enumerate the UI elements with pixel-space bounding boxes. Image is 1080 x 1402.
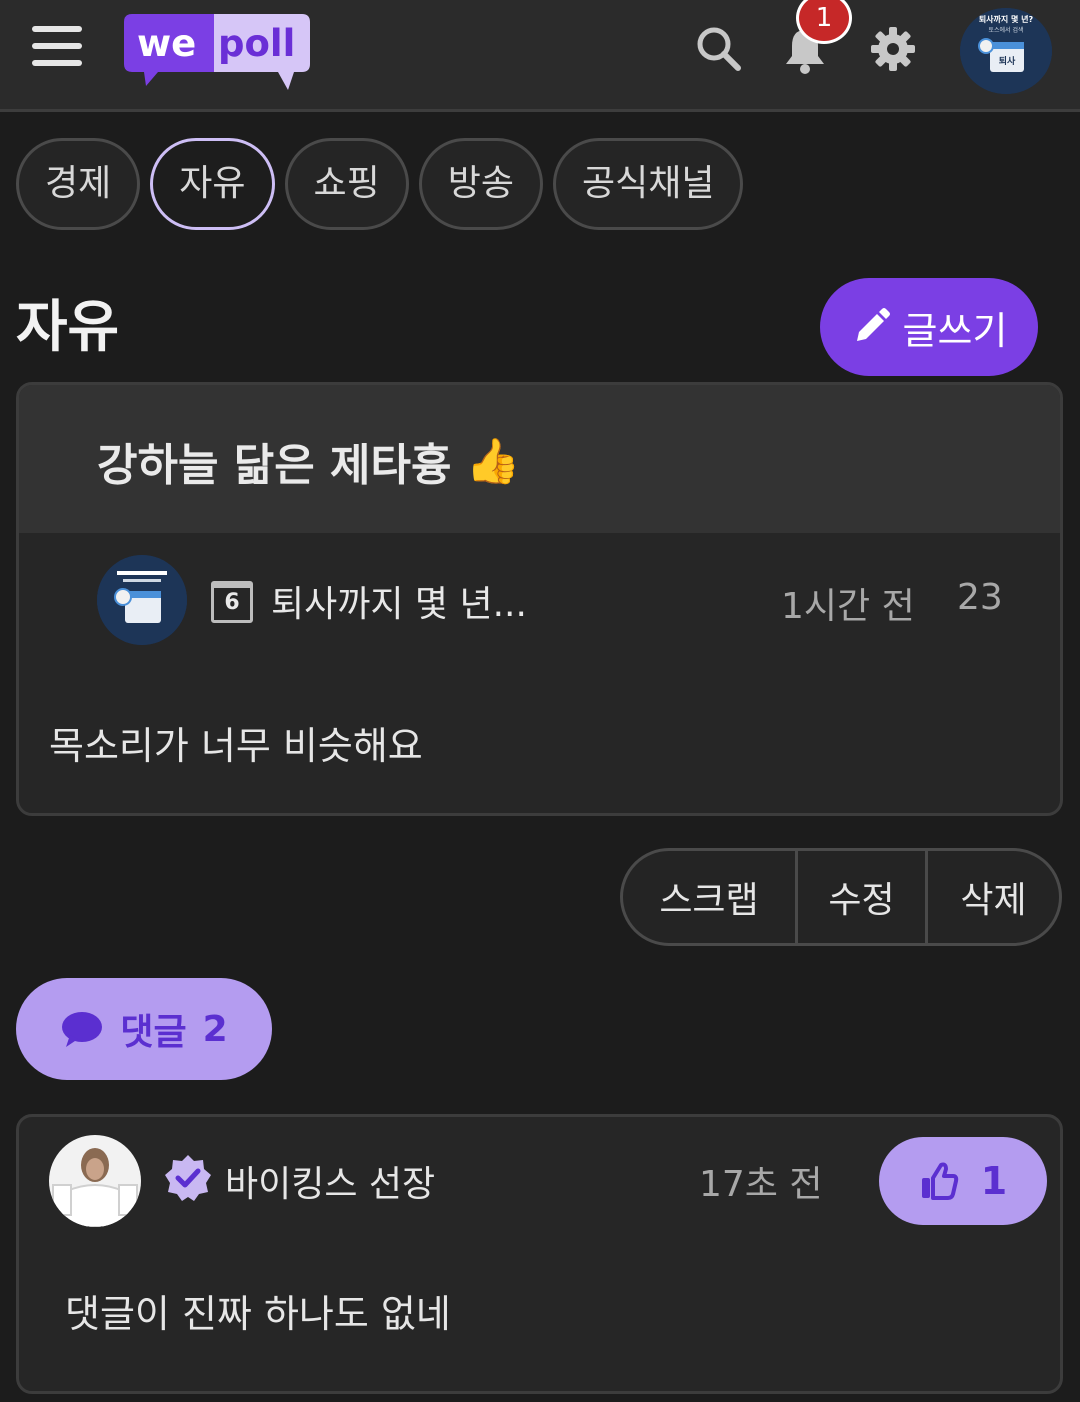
avatar-text-cal: 퇴사 <box>999 55 1016 67</box>
tab-official-channel[interactable]: 공식채널 <box>553 138 744 230</box>
avatar-text-top: 퇴사까지 몇 년? <box>979 14 1034 24</box>
comments-label: 댓글 <box>120 1012 187 1053</box>
category-tabs: 경제 자유 쇼핑 방송 공식채널 <box>16 138 744 230</box>
write-post-label: 글쓰기 <box>902 308 1008 353</box>
avatar-text-mid: 토스에서 검색 <box>988 26 1023 34</box>
notification-count-badge: 1 <box>796 0 852 44</box>
delete-button[interactable]: 삭제 <box>925 851 1059 943</box>
comments-toggle-button[interactable]: 댓글 2 <box>16 978 272 1080</box>
verified-badge-icon <box>163 1153 213 1203</box>
tab-economy[interactable]: 경제 <box>16 138 141 230</box>
scrap-button[interactable]: 스크랩 <box>623 851 795 943</box>
commenter-name[interactable]: 바이킹스 선장 <box>225 1155 435 1207</box>
user-avatar[interactable]: 퇴사까지 몇 년? 토스에서 검색 퇴사 <box>960 8 1052 94</box>
thumbs-up-emoji-icon: 👍 <box>465 436 521 487</box>
post-body: 목소리가 너무 비슷해요 <box>49 724 423 768</box>
post-author-avatar[interactable] <box>97 555 187 645</box>
post-view-count: 23 <box>957 577 1003 618</box>
comment-time: 17초 전 <box>699 1164 823 1205</box>
gear-icon[interactable] <box>868 24 918 74</box>
comments-count: 2 <box>202 1008 228 1050</box>
page-title: 자유 <box>16 295 120 360</box>
svg-text:we: we <box>137 22 196 65</box>
comment-card: 바이킹스 선장 17초 전 1 댓글이 진짜 하나도 없네 <box>16 1114 1063 1394</box>
search-icon[interactable] <box>694 24 744 74</box>
svg-text:poll: poll <box>218 22 295 65</box>
commenter-avatar[interactable] <box>49 1135 141 1227</box>
wepoll-logo[interactable]: we poll <box>122 10 312 96</box>
author-level-badge: 6 <box>211 581 253 623</box>
tab-free[interactable]: 자유 <box>150 138 275 230</box>
post-action-group: 스크랩 수정 삭제 <box>620 848 1062 946</box>
edit-button[interactable]: 수정 <box>795 851 925 943</box>
tab-broadcast[interactable]: 방송 <box>418 138 543 230</box>
thumbs-up-icon <box>921 1162 958 1200</box>
post-time: 1시간 전 <box>781 586 915 627</box>
post-meta: 6 퇴사까지 몇 년... 1시간 전 23 <box>97 555 1037 647</box>
hamburger-menu-icon[interactable] <box>32 26 82 68</box>
comment-body: 댓글이 진짜 하나도 없네 <box>65 1292 451 1336</box>
post-author-name[interactable]: 퇴사까지 몇 년... <box>271 575 527 627</box>
post-title: 강하늘 닮은 제타흉 👍 <box>97 429 520 493</box>
write-post-button[interactable]: 글쓰기 <box>820 278 1038 376</box>
like-count: 1 <box>980 1159 1008 1203</box>
post-title-text: 강하늘 닮은 제타흉 <box>97 440 452 491</box>
pencil-icon <box>856 308 890 341</box>
tab-shopping[interactable]: 쇼핑 <box>284 138 409 230</box>
top-header: we poll 1 퇴사까지 몇 년? 토스에서 검색 퇴사 <box>0 0 1080 112</box>
post-card: 강하늘 닮은 제타흉 👍 6 퇴사까지 몇 년... 1시간 전 23 목소리가… <box>16 382 1063 816</box>
speech-bubble-icon <box>62 1012 103 1047</box>
like-button[interactable]: 1 <box>879 1137 1047 1225</box>
